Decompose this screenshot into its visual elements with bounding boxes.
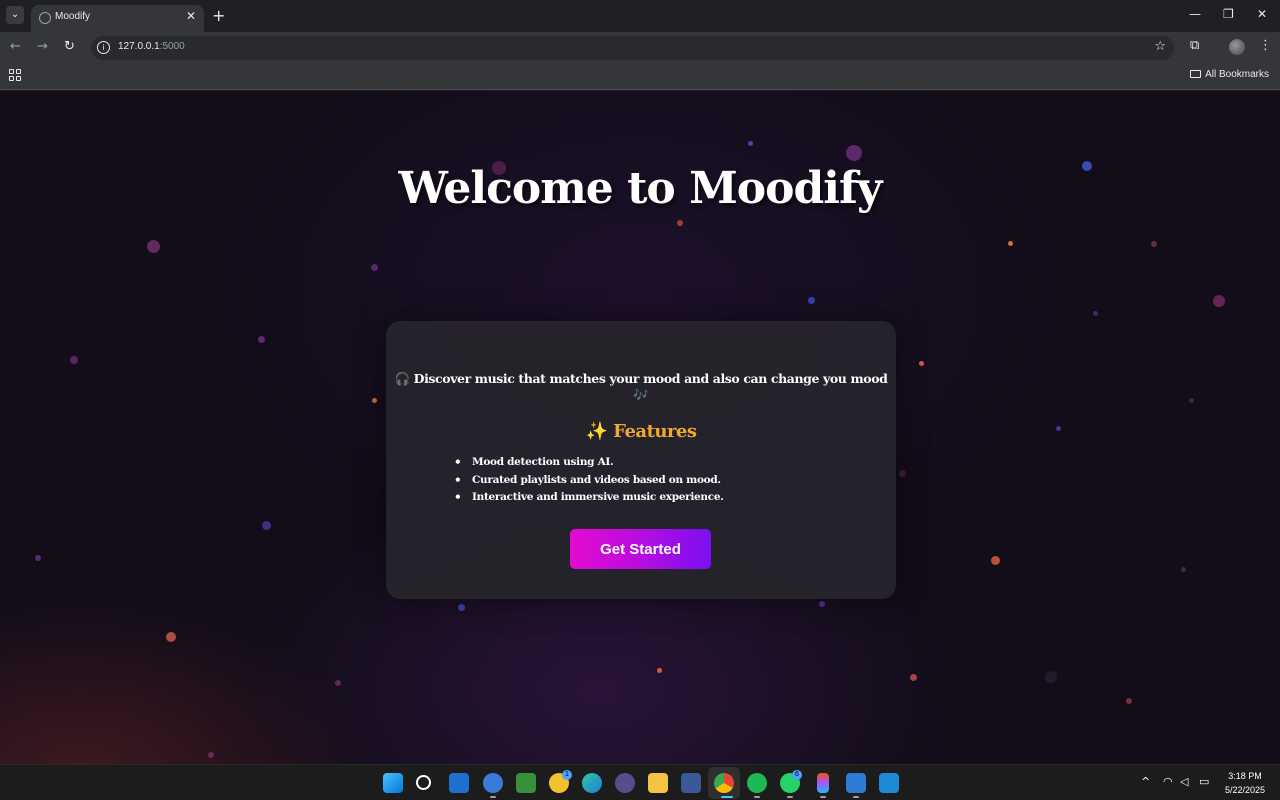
feature-item: Interactive and immersive music experien… [454, 490, 724, 509]
media-icon[interactable] [615, 773, 635, 793]
back-icon[interactable]: ← [10, 39, 21, 54]
all-bookmarks-button[interactable]: All Bookmarks [1190, 69, 1269, 80]
windows-taskbar: 1 6 ^ ◠ ◁ ▭ 3:18 PM 5/22/2025 [0, 764, 1280, 800]
url-host: 127.0.0.1 [118, 41, 160, 52]
running-indicator [787, 796, 793, 798]
bookmarks-bar: All Bookmarks [0, 62, 1280, 90]
whatsapp-badge: 6 [792, 770, 802, 780]
apps-grid-icon[interactable] [9, 69, 21, 81]
features-heading: ✨ Features [386, 421, 896, 442]
feature-item: Mood detection using AI. [454, 455, 724, 474]
music-notes-icon: 🎶 [633, 387, 649, 402]
edge-icon[interactable] [582, 773, 602, 793]
dev-icon[interactable] [681, 773, 701, 793]
features-list: Mood detection using AI. Curated playlis… [454, 455, 724, 509]
minimize-icon[interactable]: — [1189, 7, 1201, 21]
tagline-text: Discover music that matches your mood an… [413, 371, 888, 386]
forward-icon[interactable]: → [37, 39, 48, 54]
figma-icon[interactable] [817, 773, 829, 793]
clock-date: 5/22/2025 [1224, 785, 1266, 795]
remote-icon[interactable] [846, 773, 866, 793]
site-info-icon[interactable]: i [97, 41, 110, 54]
feature-item: Curated playlists and videos based on mo… [454, 473, 724, 492]
url-port: :5000 [159, 41, 185, 52]
wifi-icon[interactable]: ◠ [1163, 775, 1173, 788]
profile-avatar[interactable] [1229, 39, 1245, 55]
features-title: Features [613, 421, 697, 442]
restore-icon[interactable]: ❐ [1223, 7, 1234, 21]
tray-overflow-icon[interactable]: ^ [1141, 775, 1150, 788]
snipping-icon[interactable] [516, 773, 536, 793]
vscode-icon[interactable] [879, 773, 899, 793]
headphones-icon: 🎧 [394, 371, 411, 386]
running-indicator [853, 796, 859, 798]
new-tab-icon[interactable]: + [212, 6, 225, 25]
tab-title: Moodify [55, 11, 91, 22]
windows-start-icon[interactable] [383, 773, 403, 793]
globe-icon [39, 12, 51, 24]
file-explorer-icon[interactable] [648, 773, 668, 793]
all-bookmarks-label: All Bookmarks [1205, 69, 1269, 80]
running-indicator [490, 796, 496, 798]
running-indicator [754, 796, 760, 798]
browser-tab[interactable]: Moodify ✕ [31, 5, 204, 32]
battery-icon[interactable]: ▭ [1199, 775, 1209, 788]
active-indicator [721, 796, 733, 798]
tagline: 🎧 Discover music that matches your mood … [386, 371, 896, 403]
url-text: 127.0.0.1:5000 [118, 41, 185, 52]
volume-icon[interactable]: ◁ [1180, 775, 1188, 788]
address-bar[interactable]: i 127.0.0.1:5000 ☆ [91, 36, 1174, 60]
store-icon[interactable] [449, 773, 469, 793]
browser-tab-bar: ⌄ Moodify ✕ + — ❐ ✕ [0, 0, 1280, 32]
chrome-icon[interactable] [714, 773, 734, 793]
reload-icon[interactable]: ↻ [64, 39, 75, 54]
extensions-icon[interactable]: ⧉ [1190, 38, 1199, 53]
close-tab-icon[interactable]: ✕ [186, 9, 196, 23]
running-indicator [820, 796, 826, 798]
close-window-icon[interactable]: ✕ [1257, 7, 1267, 21]
notes-badge: 1 [562, 770, 572, 780]
qbittorrent-icon[interactable] [483, 773, 503, 793]
system-clock[interactable]: 3:18 PM 5/22/2025 [1220, 769, 1270, 797]
search-icon[interactable] [416, 775, 431, 790]
clock-time: 3:18 PM [1228, 771, 1262, 781]
bookmark-star-icon[interactable]: ☆ [1154, 39, 1166, 54]
page-viewport: Welcome to Moodify 🎧 Discover music that… [0, 91, 1280, 764]
spotify-icon[interactable] [747, 773, 767, 793]
tab-search-chevron-icon[interactable]: ⌄ [6, 6, 24, 24]
more-menu-icon[interactable]: ⋮ [1259, 38, 1272, 53]
folder-icon [1190, 70, 1202, 78]
sparkles-icon: ✨ [585, 421, 608, 442]
get-started-button[interactable]: Get Started [570, 529, 711, 569]
welcome-card: 🎧 Discover music that matches your mood … [386, 321, 896, 599]
page-title: Welcome to Moodify [398, 163, 883, 214]
